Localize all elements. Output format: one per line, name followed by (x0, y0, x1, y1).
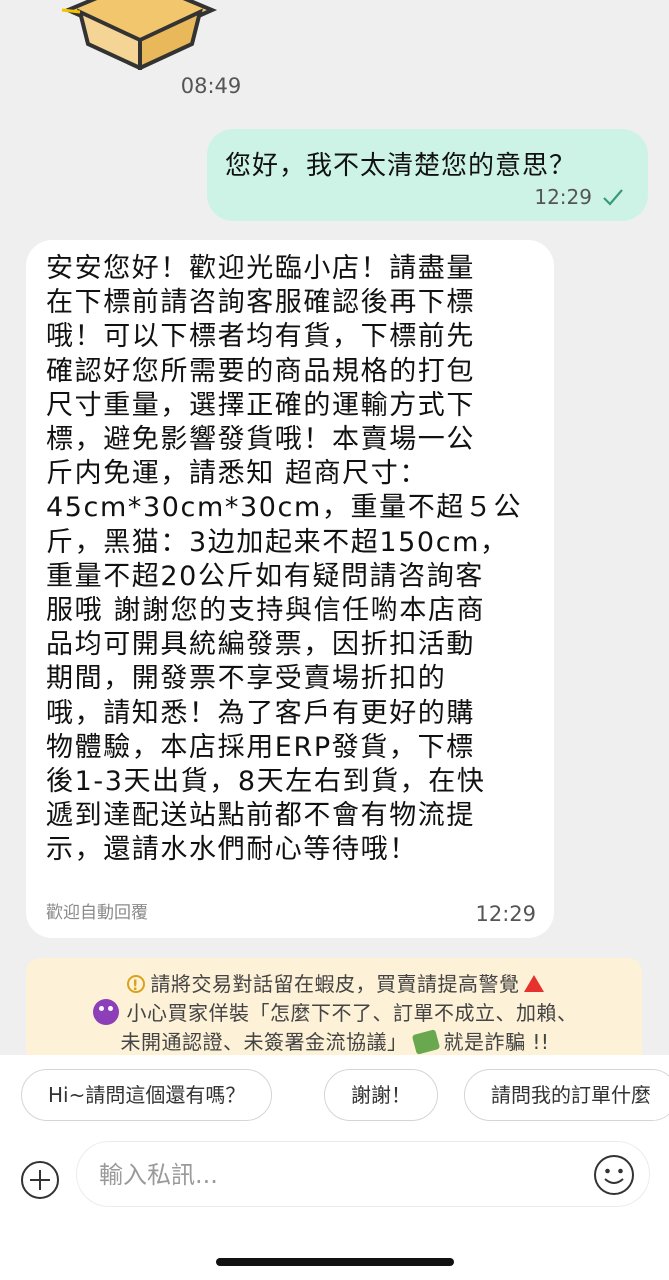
message-time: 12:29 (534, 185, 592, 209)
add-attachment-button[interactable] (20, 1160, 60, 1200)
message-time: 12:29 (475, 902, 536, 926)
box-icon (61, 0, 218, 70)
incoming-message[interactable]: 安安您好！歡迎光臨小店！請盡量 在下標前請咨詢客服確認後再下標 哦！可以下標者均… (26, 240, 554, 938)
money-icon (411, 1029, 440, 1055)
quick-reply-chip[interactable]: 請問我的訂單什麼 (464, 1069, 669, 1121)
emoji-icon[interactable] (593, 1154, 635, 1196)
quick-reply-chip[interactable]: Hi~請問這個還有嗎？ (21, 1069, 273, 1121)
notice-line-3: 未開通認證、未簽署金流協議」 就是詐騙 !! (120, 1029, 550, 1055)
message-meta: 12:29 (534, 185, 624, 209)
date-timestamp: 08:49 (180, 74, 242, 98)
info-icon: ! (126, 975, 145, 994)
outgoing-message[interactable]: 您好，我不太清楚您的意思？ 12:29 (207, 129, 648, 221)
message-input-box[interactable] (76, 1141, 650, 1207)
notice-line-2: 小心買家佯裝「怎麼下不了、訂單不成立、加賴、 (38, 999, 632, 1028)
home-indicator (216, 1258, 454, 1266)
message-text: 安安您好！歡迎光臨小店！請盡量 在下標前請咨詢客服確認後再下標 哦！可以下標者均… (46, 253, 523, 866)
chat-area[interactable]: 08:49 您好，我不太清楚您的意思？ 12:29 安安您好！歡迎光臨小店！請盡… (0, 0, 669, 1055)
auto-reply-label: 歡迎自動回覆 (46, 903, 148, 923)
message-text: 您好，我不太清楚您的意思？ (225, 151, 577, 181)
quick-reply-chip[interactable]: 謝謝！ (324, 1069, 438, 1121)
devil-icon (92, 999, 119, 1025)
check-icon (602, 188, 624, 206)
message-input[interactable] (97, 1156, 581, 1194)
quick-reply-bar[interactable]: Hi~請問這個還有嗎？ 謝謝！ 請問我的訂單什麼 (0, 1069, 669, 1123)
safety-notice: ! 請將交易對話留在蝦皮，買賣請提高警覺 小心買家佯裝「怎麼下不了、訂單不成立、加… (26, 958, 642, 1055)
warning-triangle-icon (523, 975, 544, 992)
notice-line-1: ! 請將交易對話留在蝦皮，買賣請提高警覺 (38, 970, 632, 999)
